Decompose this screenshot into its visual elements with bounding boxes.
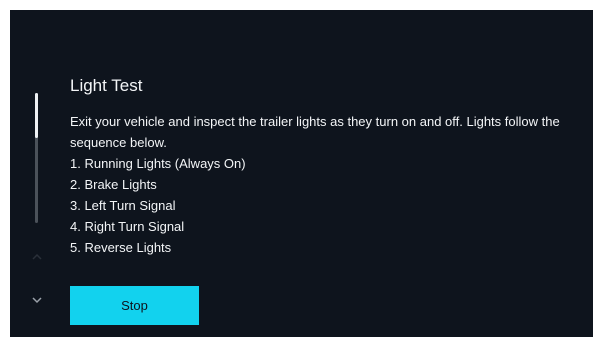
list-item: 3. Left Turn Signal: [70, 198, 176, 213]
light-test-screen: Light Test Exit your vehicle and inspect…: [10, 10, 593, 337]
list-item: 5. Reverse Lights: [70, 240, 172, 255]
list-item: 2. Brake Lights: [70, 177, 157, 192]
page-title: Light Test: [70, 76, 143, 95]
instructions-text: Exit your vehicle and inspect the traile…: [70, 114, 560, 150]
scrollbar-thumb[interactable]: [35, 93, 38, 138]
chevron-down-icon[interactable]: [30, 293, 44, 307]
stop-button[interactable]: Stop: [70, 286, 199, 325]
list-item: 1. Running Lights (Always On): [70, 156, 246, 171]
chevron-up-icon[interactable]: [30, 250, 44, 264]
light-test-content: Light Test Exit your vehicle and inspect…: [70, 74, 580, 258]
list-item: 4. Right Turn Signal: [70, 219, 185, 234]
light-sequence-list: 1. Running Lights (Always On) 2. Brake L…: [70, 153, 580, 258]
